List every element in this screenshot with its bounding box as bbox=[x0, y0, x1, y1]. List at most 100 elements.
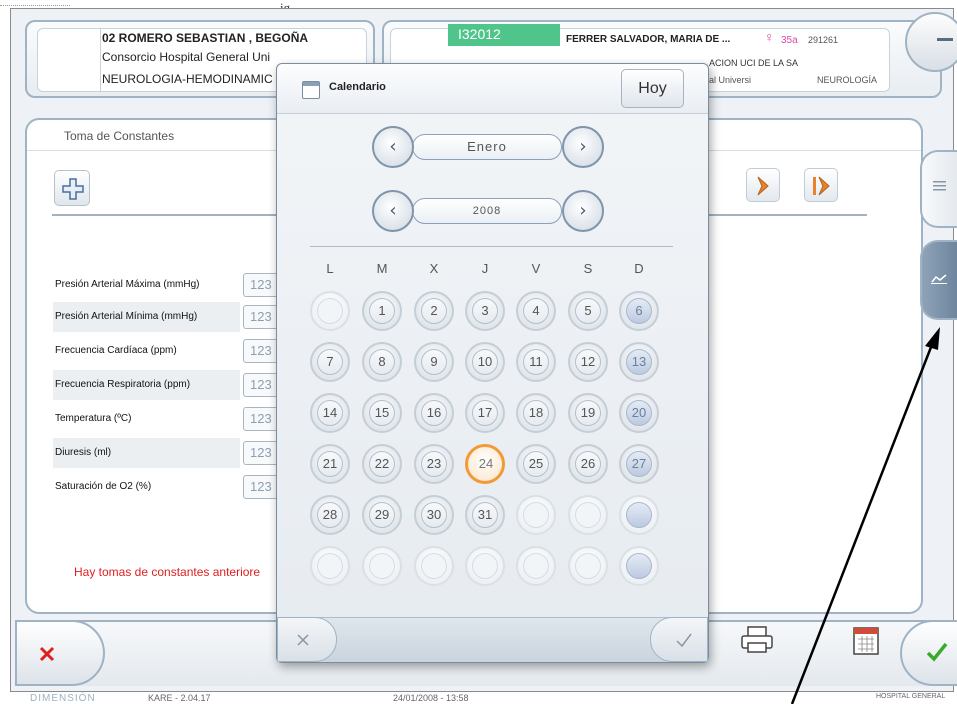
day-number: 3 bbox=[472, 298, 498, 324]
vital-label: Temperatura (ºC) bbox=[55, 413, 132, 424]
calendar-cancel-button[interactable] bbox=[277, 617, 337, 662]
day-cell-empty bbox=[465, 546, 505, 586]
plus-icon bbox=[62, 178, 84, 200]
day-cell[interactable]: 9 bbox=[414, 342, 454, 382]
side-tab-chart[interactable] bbox=[920, 240, 957, 320]
month-field[interactable]: Enero bbox=[412, 134, 562, 160]
day-number: 29 bbox=[369, 502, 395, 528]
print-button[interactable] bbox=[740, 625, 778, 661]
last-button[interactable] bbox=[804, 168, 838, 202]
day-number bbox=[523, 502, 549, 528]
vital-value-input[interactable]: 123 bbox=[243, 273, 279, 297]
prev-month-button[interactable]: ‹ bbox=[372, 126, 414, 168]
day-cell[interactable]: 12 bbox=[568, 342, 608, 382]
confirm-button[interactable] bbox=[900, 620, 957, 686]
day-number bbox=[626, 502, 652, 528]
vital-label: Frecuencia Respiratoria (ppm) bbox=[53, 370, 240, 400]
episode-physician: FERRER SALVADOR, MARIA DE ... bbox=[566, 34, 731, 45]
day-cell[interactable]: 11 bbox=[516, 342, 556, 382]
day-cell[interactable]: 5 bbox=[568, 291, 608, 331]
vital-value-input[interactable]: 123 bbox=[243, 441, 279, 465]
month-selector: Enero ‹ › bbox=[372, 124, 612, 170]
add-button[interactable] bbox=[54, 170, 90, 206]
day-cell[interactable]: 15 bbox=[362, 393, 402, 433]
day-cell[interactable]: 21 bbox=[310, 444, 350, 484]
weekday-label: J bbox=[481, 261, 489, 276]
chevron-left-icon: ‹ bbox=[389, 200, 397, 221]
day-cell[interactable]: 17 bbox=[465, 393, 505, 433]
vital-value-input[interactable]: 123 bbox=[243, 373, 279, 397]
next-month-button[interactable]: › bbox=[562, 126, 604, 168]
checkmark-icon bbox=[676, 633, 692, 648]
day-cell-empty bbox=[568, 495, 608, 535]
vital-value-input[interactable]: 123 bbox=[243, 305, 279, 329]
day-cell[interactable]: 10 bbox=[465, 342, 505, 382]
day-cell[interactable]: 28 bbox=[310, 495, 350, 535]
brand-logo: DIMENSIÓN bbox=[30, 693, 96, 704]
day-cell[interactable]: 26 bbox=[568, 444, 608, 484]
day-cell[interactable]: 1 bbox=[362, 291, 402, 331]
patient-record-number: 291261 bbox=[808, 35, 839, 45]
calendar-divider bbox=[310, 246, 673, 247]
day-cell[interactable]: 6 bbox=[619, 291, 659, 331]
side-tab-list[interactable] bbox=[920, 150, 957, 228]
day-number bbox=[369, 553, 395, 579]
cancel-button[interactable] bbox=[15, 620, 105, 686]
day-cell[interactable]: 20 bbox=[619, 393, 659, 433]
day-cell-empty bbox=[310, 291, 350, 331]
vital-value-input[interactable]: 123 bbox=[243, 475, 279, 499]
day-number: 19 bbox=[575, 400, 601, 426]
chevron-right-icon: › bbox=[579, 136, 587, 157]
next-year-button[interactable]: › bbox=[562, 190, 604, 232]
day-number bbox=[317, 298, 343, 324]
day-number: 14 bbox=[317, 400, 343, 426]
day-cell[interactable]: 16 bbox=[414, 393, 454, 433]
prev-year-button[interactable]: ‹ bbox=[372, 190, 414, 232]
close-icon bbox=[39, 646, 55, 662]
day-cell[interactable]: 8 bbox=[362, 342, 402, 382]
day-number: 4 bbox=[523, 298, 549, 324]
day-cell[interactable]: 30 bbox=[414, 495, 454, 535]
day-cell[interactable]: 14 bbox=[310, 393, 350, 433]
day-number: 24 bbox=[478, 456, 494, 471]
year-field[interactable]: 2008 bbox=[412, 198, 562, 224]
day-cell[interactable]: 18 bbox=[516, 393, 556, 433]
vital-label: Saturación de O2 (%) bbox=[55, 481, 152, 492]
day-cell[interactable]: 23 bbox=[414, 444, 454, 484]
day-cell[interactable]: 7 bbox=[310, 342, 350, 382]
year-selector: 2008 ‹ › bbox=[372, 188, 612, 234]
day-number: 18 bbox=[523, 400, 549, 426]
today-button[interactable]: Hoy bbox=[621, 69, 684, 108]
day-cell[interactable]: 2 bbox=[414, 291, 454, 331]
day-number: 11 bbox=[523, 349, 549, 375]
calendar-button[interactable] bbox=[852, 624, 882, 658]
minimize-button[interactable] bbox=[905, 12, 957, 72]
weekday-label: S bbox=[583, 261, 593, 276]
day-cell[interactable]: 25 bbox=[516, 444, 556, 484]
day-cell[interactable]: 13 bbox=[619, 342, 659, 382]
day-cell[interactable]: 31 bbox=[465, 495, 505, 535]
vital-value-input[interactable]: 123 bbox=[243, 339, 279, 363]
day-number: 17 bbox=[472, 400, 498, 426]
day-cell-empty bbox=[516, 495, 556, 535]
calendar-accept-button[interactable] bbox=[650, 617, 708, 662]
day-number: 28 bbox=[317, 502, 343, 528]
day-cell[interactable]: 27 bbox=[619, 444, 659, 484]
day-number: 21 bbox=[317, 451, 343, 477]
calendar-icon bbox=[853, 627, 879, 655]
day-cell[interactable]: 19 bbox=[568, 393, 608, 433]
day-cell[interactable]: 29 bbox=[362, 495, 402, 535]
day-number: 13 bbox=[626, 349, 652, 375]
next-button[interactable] bbox=[746, 168, 780, 202]
calendar-title: Calendario bbox=[329, 81, 386, 93]
day-number: 10 bbox=[472, 349, 498, 375]
previous-readings-warning: Hay tomas de constantes anteriore bbox=[74, 565, 261, 579]
day-number: 31 bbox=[472, 502, 498, 528]
vital-value-input[interactable]: 123 bbox=[243, 407, 279, 431]
day-cell-selected[interactable]: 24 bbox=[465, 444, 505, 484]
day-cell[interactable]: 3 bbox=[465, 291, 505, 331]
day-cell[interactable]: 4 bbox=[516, 291, 556, 331]
weekday-label: L bbox=[326, 261, 334, 276]
day-cell[interactable]: 22 bbox=[362, 444, 402, 484]
day-cell-empty bbox=[619, 546, 659, 586]
